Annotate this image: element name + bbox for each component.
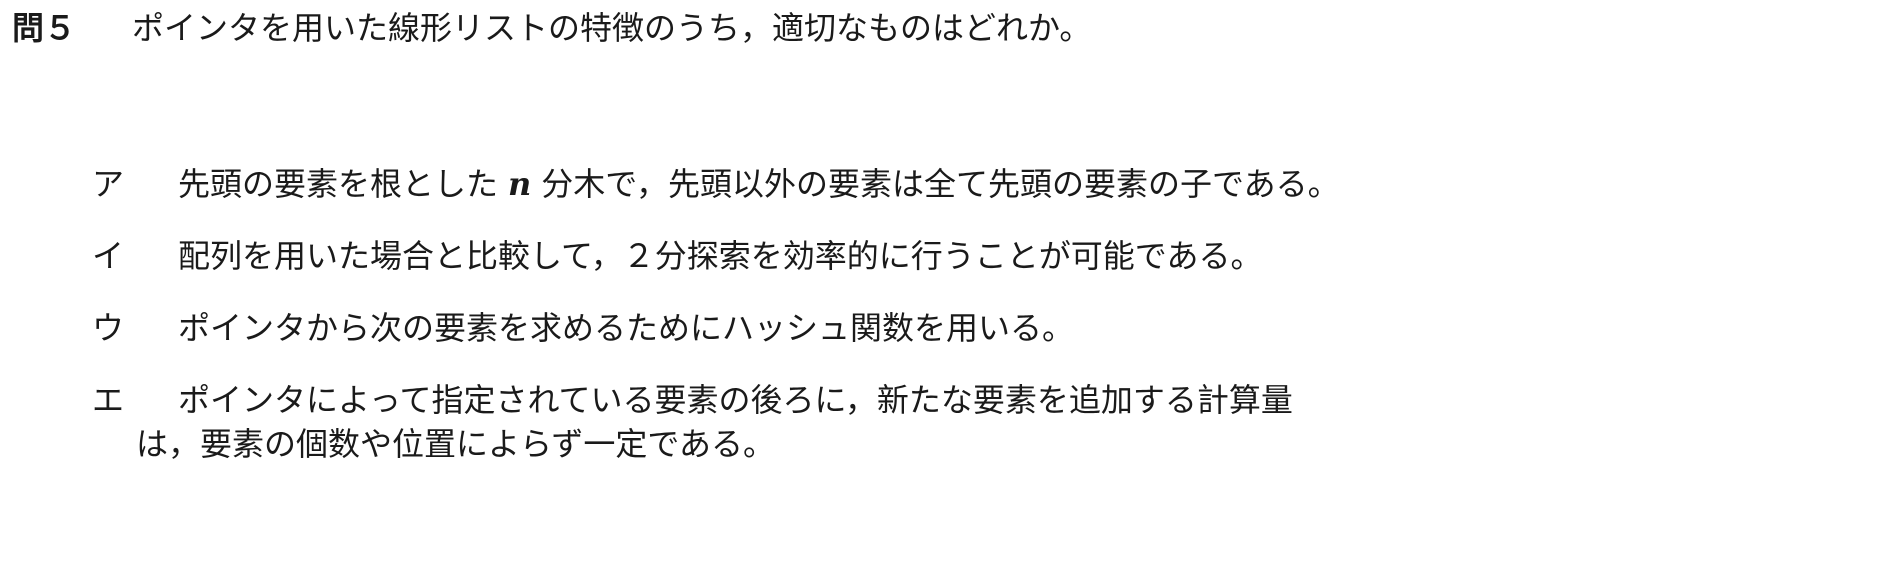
choice-i-text: 配列を用いた場合と比較して，２分探索を効率的に行うことが可能である。: [178, 237, 1263, 275]
choice-label-e: エ: [92, 381, 125, 419]
choice-e-text: ポインタによって指定されている要素の後ろに，新たな要素を追加する計算量: [178, 381, 1293, 419]
choice-label-i: イ: [92, 237, 125, 275]
choice-a-variable: n: [508, 165, 532, 203]
choice-i[interactable]: イ 配列を用いた場合と比較して，２分探索を効率的に行うことが可能である。: [92, 234, 1340, 306]
choice-e-continuation: は，要素の個数や位置によらず一定である。: [136, 425, 776, 463]
choice-a-text-after: 分木で，先頭以外の要素は全て先頭の要素の子である。: [541, 165, 1340, 203]
choice-list: ア 先頭の要素を根とした n 分木で，先頭以外の要素は全て先頭の要素の子である。 イ 配…: [92, 162, 1340, 463]
choice-u-text: ポインタから次の要素を求めるためにハッシュ関数を用いる。: [178, 309, 1075, 347]
choice-u[interactable]: ウ ポインタから次の要素を求めるためにハッシュ関数を用いる。: [92, 306, 1340, 378]
choice-label-u: ウ: [92, 309, 125, 347]
question-text: ポインタを用いた線形リストの特徴のうち，適切なものはどれか。: [132, 9, 1092, 47]
question-stem: 問５ ポインタを用いた線形リストの特徴のうち，適切なものはどれか。: [12, 6, 1091, 50]
choice-e[interactable]: エ ポインタによって指定されている要素の後ろに，新たな要素を追加する計算量 は，要…: [92, 378, 1340, 463]
choice-a-text-before: 先頭の要素を根とした: [178, 165, 499, 203]
choice-a[interactable]: ア 先頭の要素を根とした n 分木で，先頭以外の要素は全て先頭の要素の子である。: [92, 162, 1340, 234]
choice-label-a: ア: [92, 165, 125, 203]
question-number: 問５: [12, 9, 77, 47]
